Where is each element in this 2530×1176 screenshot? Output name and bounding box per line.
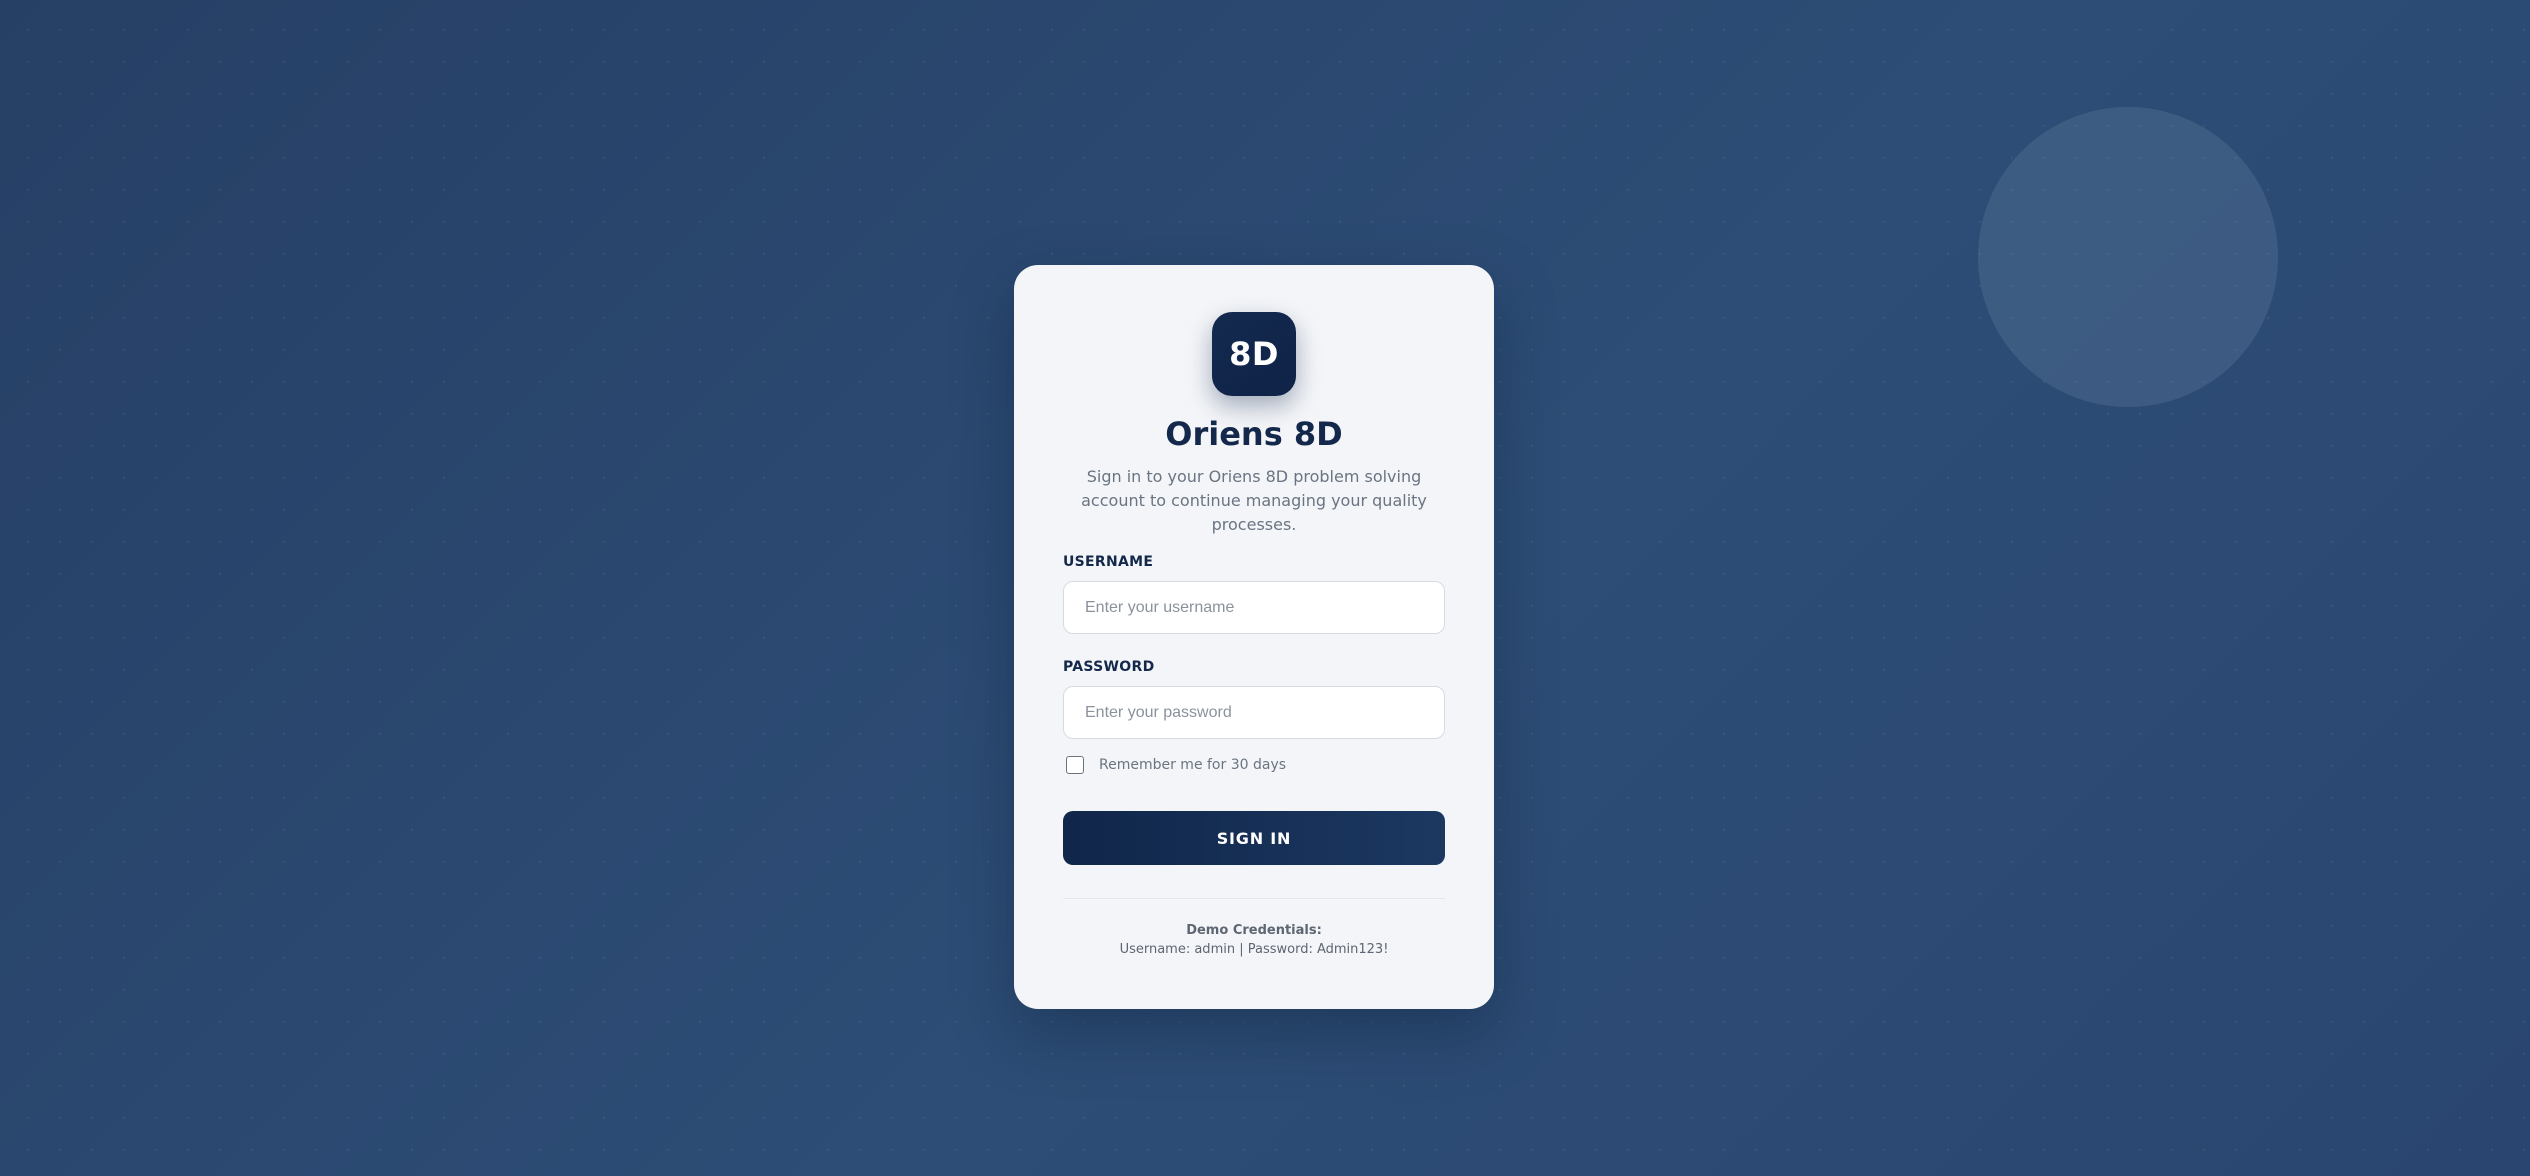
remember-me-label: Remember me for 30 days	[1099, 757, 1287, 773]
remember-me-row[interactable]: Remember me for 30 days	[1066, 756, 1286, 774]
page-title: Oriens 8D	[1165, 415, 1343, 453]
sign-in-button[interactable]: SIGN IN	[1063, 811, 1445, 865]
app-logo-icon: 8D	[1212, 312, 1296, 396]
demo-credentials-text: Username: admin | Password: Admin123!	[1119, 942, 1389, 957]
password-input[interactable]	[1063, 686, 1445, 739]
logo-text: 8D	[1229, 335, 1279, 373]
background-decorative-circle	[1978, 107, 2278, 407]
remember-me-checkbox[interactable]	[1066, 756, 1084, 774]
divider	[1063, 898, 1445, 899]
login-card: 8D Oriens 8D Sign in to your Oriens 8D p…	[1014, 265, 1494, 1009]
password-label: PASSWORD	[1063, 659, 1155, 675]
username-input[interactable]	[1063, 581, 1445, 634]
username-label: USERNAME	[1063, 554, 1154, 570]
demo-credentials-title: Demo Credentials:	[1186, 923, 1322, 938]
page-subtitle: Sign in to your Oriens 8D problem solvin…	[1081, 467, 1427, 534]
